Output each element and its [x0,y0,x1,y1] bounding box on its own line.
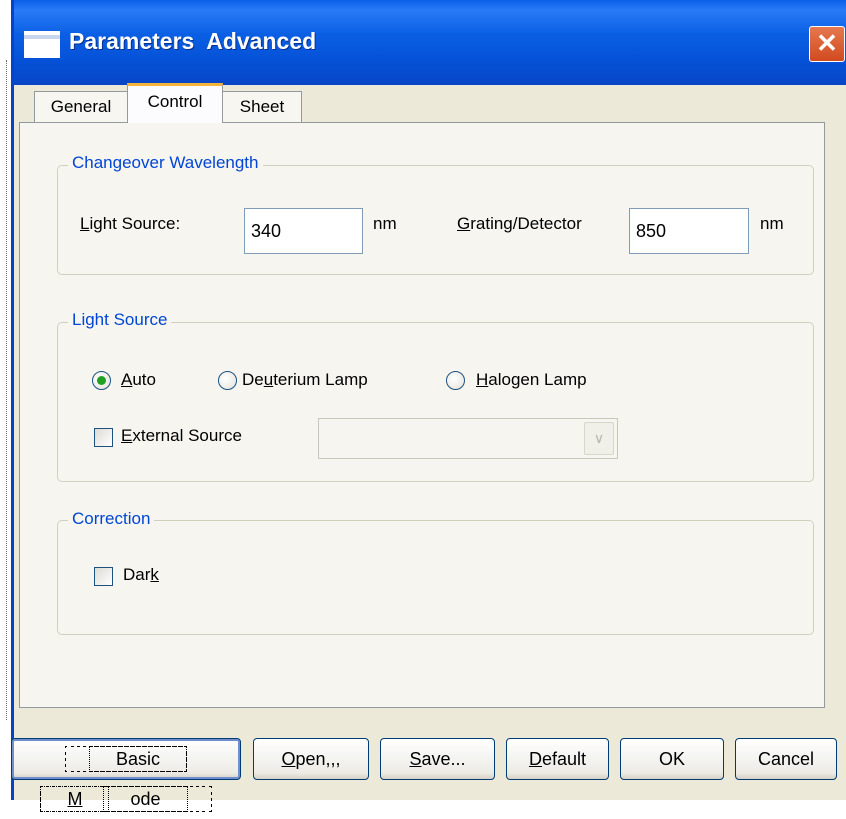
open-button[interactable]: Open,,, [253,738,369,780]
chevron-down-icon[interactable]: ∨ [584,422,614,455]
deuterium-lamp-radio[interactable] [218,371,237,390]
external-source-checkbox[interactable] [94,428,113,447]
tab-sheet[interactable]: Sheet [222,91,302,123]
grating-detector-unit: nm [760,214,784,233]
grating-detector-input[interactable]: 850 [629,208,749,254]
dark-label[interactable]: Dark [123,565,159,585]
radio-selected-dot [97,376,106,385]
tab-control[interactable]: Control [127,83,223,123]
halogen-lamp-label[interactable]: Halogen Lamp [476,370,587,390]
basic-mode-button[interactable]: Basic Mode [11,738,241,812]
window-title: Parameters Advanced [69,28,317,54]
tab-general[interactable]: General [34,91,128,123]
dotted-edge [6,60,9,720]
correction-legend: Correction [68,509,155,529]
cancel-button[interactable]: Cancel [735,738,837,780]
ok-button[interactable]: OK [620,738,724,780]
changeover-legend: Changeover Wavelength [68,153,263,173]
close-button[interactable]: ✕ [809,26,845,62]
external-source-label[interactable]: External Source [121,426,242,446]
light-source-legend: Light Source [68,310,172,330]
dark-checkbox[interactable] [94,567,113,586]
save-button[interactable]: Save... [380,738,495,780]
correction-group [57,520,814,635]
grating-detector-label: Grating/Detector [457,214,582,233]
external-source-select[interactable]: ∨ [318,418,618,459]
deuterium-lamp-label[interactable]: Deuterium Lamp [242,370,368,390]
light-source-label: Light Source: [80,214,181,233]
auto-radio[interactable] [92,371,111,390]
default-button[interactable]: Default [506,738,609,780]
light-source-input[interactable]: 340 [244,208,363,254]
window-icon [24,31,60,58]
auto-radio-label[interactable]: Auto [121,370,156,390]
title-bar[interactable]: Parameters Advanced ✕ [14,0,846,85]
light-source-unit: nm [373,214,397,233]
close-icon: ✕ [816,28,838,58]
halogen-lamp-radio[interactable] [446,371,465,390]
